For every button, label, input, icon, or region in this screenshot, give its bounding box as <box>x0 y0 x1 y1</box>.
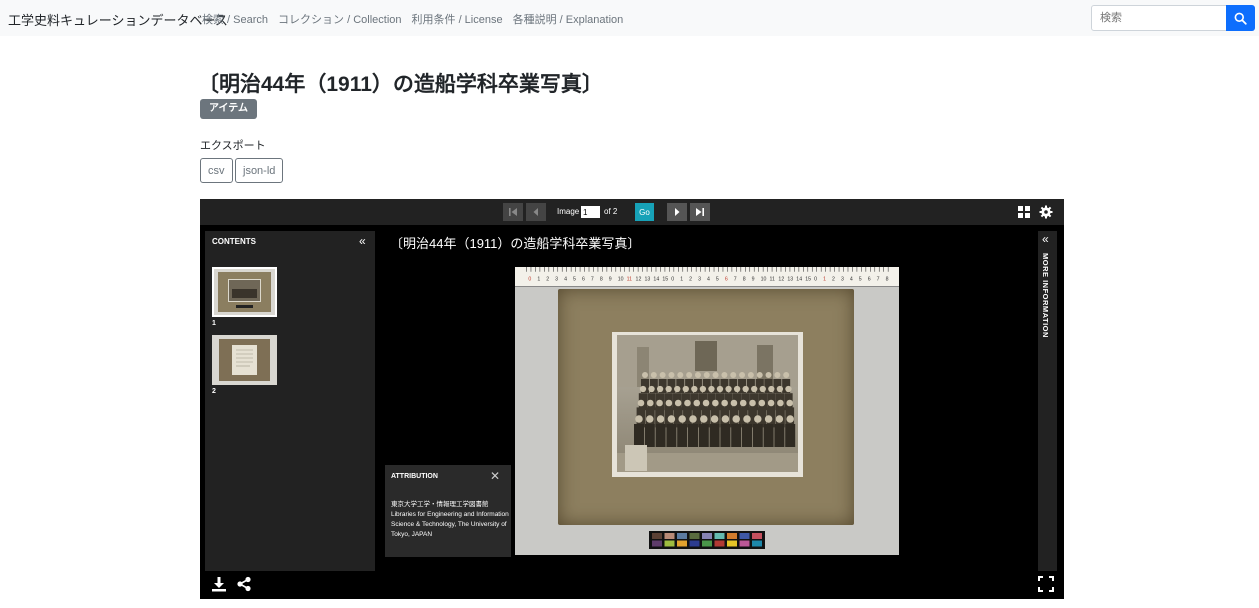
ruler-number: 7 <box>591 276 594 282</box>
ruler-number: 15 <box>662 276 668 282</box>
more-information-panel[interactable]: « MORE INFORMATION <box>1038 231 1057 571</box>
ruler-number: 0 <box>671 276 674 282</box>
group-photograph <box>617 335 798 472</box>
nav-search-link[interactable]: 検索 / Search <box>202 11 268 27</box>
ruler-number: 6 <box>582 276 585 282</box>
ruler-number: 8 <box>600 276 603 282</box>
export-jsonld-button[interactable]: json-ld <box>235 158 284 183</box>
ruler-number: 15 <box>805 276 811 282</box>
contents-panel: CONTENTS « 1 2 <box>205 231 375 571</box>
ruler-number: 13 <box>644 276 650 282</box>
nav-collection-link[interactable]: コレクション / Collection <box>278 11 401 27</box>
ruler-number: 7 <box>877 276 880 282</box>
iiif-viewer: Image of 2 Go <box>200 199 1064 599</box>
color-checker <box>649 531 765 549</box>
ruler-number: 2 <box>689 276 692 282</box>
ruler-number: 1 <box>680 276 683 282</box>
page-total-label: of 2 <box>604 207 618 216</box>
item-type-badge: アイテム <box>200 99 257 119</box>
ruler-number: 3 <box>841 276 844 282</box>
image-label: Image <box>557 207 580 216</box>
nav-explanation-link[interactable]: 各種説明 / Explanation <box>513 11 624 27</box>
gallery-view-icon[interactable] <box>1017 205 1031 219</box>
ruler-number: 12 <box>636 276 642 282</box>
ruler-number: 3 <box>555 276 558 282</box>
share-icon[interactable] <box>236 576 252 592</box>
ruler-number: 14 <box>653 276 659 282</box>
gear-icon[interactable] <box>1039 205 1053 219</box>
ruler-number: 9 <box>609 276 612 282</box>
ruler-number: 8 <box>886 276 889 282</box>
ruler-number: 7 <box>734 276 737 282</box>
brand-link[interactable]: 工学史料キュレーションデータベース <box>8 10 228 29</box>
export-csv-button[interactable]: csv <box>200 158 233 183</box>
ruler-number: 2 <box>546 276 549 282</box>
ruler-number: 14 <box>796 276 802 282</box>
more-information-label: MORE INFORMATION <box>1041 253 1050 338</box>
ruler-number: 13 <box>787 276 793 282</box>
ruler-number: 10 <box>761 276 767 282</box>
ruler-number: 12 <box>778 276 784 282</box>
viewer-toolbar: Image of 2 Go <box>200 199 1064 225</box>
go-button[interactable]: Go <box>635 203 654 221</box>
attribution-title: ATTRIBUTION <box>391 473 438 480</box>
ruler-number: 9 <box>752 276 755 282</box>
contents-title: CONTENTS <box>212 237 256 246</box>
ruler-number: 4 <box>564 276 567 282</box>
fullscreen-icon[interactable] <box>1038 576 1054 592</box>
attribution-text: 東京大学工学・情報理工学図書館 Libraries for Engineerin… <box>391 501 509 538</box>
expand-info-icon[interactable]: « <box>1042 233 1049 245</box>
ruler-number: 6 <box>725 276 728 282</box>
scale-ruler: 0 1 2 3 4 5 6 7 8 9 10 11 12 13 14 15 0 1 2 3 4 5 6 7 8 9 10 11 12 13… <box>515 267 899 287</box>
page-number-input[interactable] <box>581 206 600 218</box>
search-button[interactable] <box>1226 5 1255 31</box>
ruler-number: 0 <box>814 276 817 282</box>
ruler-number: 2 <box>832 276 835 282</box>
collapse-contents-icon[interactable]: « <box>359 235 366 247</box>
ruler-number: 3 <box>698 276 701 282</box>
attribution-panel: ATTRIBUTION ✕ 東京大学工学・情報理工学図書館 Libraries … <box>385 465 511 557</box>
ruler-number: 11 <box>770 276 776 282</box>
ruler-number: 4 <box>850 276 853 282</box>
export-label: エクスポート <box>200 140 266 152</box>
ruler-number: 11 <box>627 276 633 282</box>
main-image[interactable]: 0 1 2 3 4 5 6 7 8 9 10 11 12 13 14 15 0 1 2 3 4 5 6 7 8 9 10 11 12 13… <box>515 267 899 555</box>
thumbnail-number: 1 <box>212 320 216 327</box>
ruler-number: 1 <box>823 276 826 282</box>
ruler-number: 5 <box>859 276 862 282</box>
skip-first-icon <box>509 208 517 216</box>
close-icon[interactable]: ✕ <box>490 469 500 483</box>
search-icon <box>1234 12 1247 25</box>
ruler-number: 0 <box>528 276 531 282</box>
nav-links: 検索 / Search コレクション / Collection 利用条件 / L… <box>202 11 623 27</box>
page-title: 〔明治44年（1911）の造船学科卒業写真〕 <box>198 73 603 96</box>
next-page-button[interactable] <box>667 203 687 221</box>
thumbnail-1[interactable] <box>212 267 277 317</box>
chevron-right-icon <box>675 208 680 216</box>
ruler-number: 1 <box>537 276 540 282</box>
navbar: 工学史料キュレーションデータベース 検索 / Search コレクション / C… <box>0 0 1259 36</box>
ruler-number: 8 <box>743 276 746 282</box>
canvas-title: 〔明治44年（1911）の造船学科卒業写真〕 <box>390 236 641 251</box>
thumbnail-2[interactable] <box>212 335 277 385</box>
prev-page-button[interactable] <box>526 203 546 221</box>
chevron-left-icon <box>533 208 538 216</box>
thumbnail-number: 2 <box>212 388 216 395</box>
ruler-number: 4 <box>707 276 710 282</box>
ruler-number: 5 <box>573 276 576 282</box>
skip-last-icon <box>696 208 704 216</box>
thumbnail-image <box>214 269 275 315</box>
ruler-number: 6 <box>868 276 871 282</box>
download-icon[interactable] <box>211 576 227 592</box>
nav-license-link[interactable]: 利用条件 / License <box>412 11 503 27</box>
first-page-button[interactable] <box>503 203 523 221</box>
last-page-button[interactable] <box>690 203 710 221</box>
ruler-number: 10 <box>618 276 624 282</box>
search-input[interactable] <box>1091 5 1227 31</box>
thumbnail-image <box>212 335 277 385</box>
ruler-number: 5 <box>716 276 719 282</box>
